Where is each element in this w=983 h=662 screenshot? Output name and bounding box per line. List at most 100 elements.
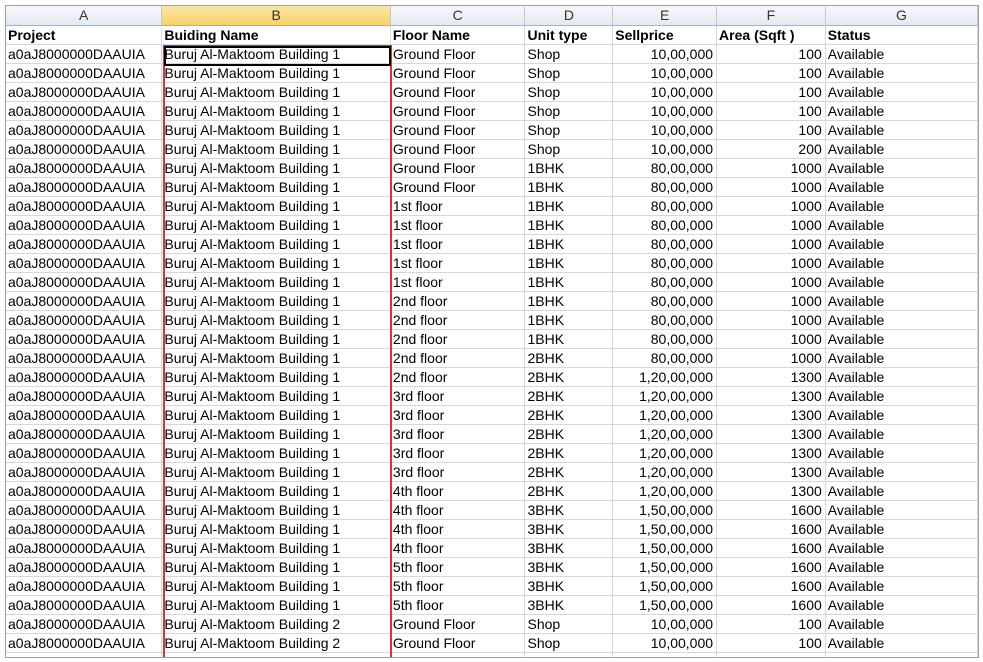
- cell-floor-name[interactable]: Ground Floor: [390, 633, 526, 653]
- cell-unit-type[interactable]: 3BHK: [524, 519, 614, 539]
- cell-status[interactable]: Available: [825, 386, 978, 406]
- cell-area[interactable]: 1300: [716, 443, 826, 463]
- cell-floor-name[interactable]: 2nd floor: [390, 310, 526, 330]
- cell-floor-name[interactable]: 1st floor: [390, 196, 526, 216]
- cell-status[interactable]: Available: [825, 234, 978, 254]
- cell-project[interactable]: a0aJ8000000DAAUIA: [6, 500, 163, 520]
- cell-area[interactable]: 100: [716, 633, 826, 653]
- cell-project[interactable]: a0aJ8000000DAAUIA: [6, 177, 163, 197]
- cell-unit-type[interactable]: 2BHK: [524, 405, 614, 425]
- cell-building-name[interactable]: Buruj Al-Maktoom Building 1: [161, 462, 391, 482]
- cell-building-name[interactable]: Buruj Al-Maktoom Building 1: [161, 215, 391, 235]
- cell-project[interactable]: a0aJ8000000DAAUIA: [6, 272, 163, 292]
- cell-sellprice[interactable]: 10,00,000: [612, 139, 718, 159]
- cell-sellprice[interactable]: 1,20,00,000: [612, 443, 718, 463]
- cell-project[interactable]: a0aJ8000000DAAUIA: [6, 253, 163, 273]
- cell-floor-name[interactable]: Ground Floor: [390, 101, 526, 121]
- cell-status[interactable]: Available: [825, 424, 978, 444]
- cell-sellprice[interactable]: 10,00,000: [612, 652, 718, 657]
- cell-unit-type[interactable]: 2BHK: [524, 462, 614, 482]
- cell-project[interactable]: a0aJ8000000DAAUIA: [6, 633, 163, 653]
- cell-sellprice[interactable]: 10,00,000: [612, 63, 718, 83]
- cell-floor-name[interactable]: Ground Floor: [390, 120, 526, 140]
- cell-area[interactable]: 100: [716, 82, 826, 102]
- cell-unit-type[interactable]: 2BHK: [524, 386, 614, 406]
- cell-sellprice[interactable]: 80,00,000: [612, 272, 718, 292]
- cell-project[interactable]: a0aJ8000000DAAUIA: [6, 63, 163, 83]
- cell-building-name[interactable]: Buruj Al-Maktoom Building 1: [161, 481, 391, 501]
- cell-area[interactable]: 100: [716, 63, 826, 83]
- cell-unit-type[interactable]: 1BHK: [524, 234, 614, 254]
- cell-status[interactable]: Available: [825, 44, 978, 64]
- cell-building-name[interactable]: Buruj Al-Maktoom Building 1: [161, 120, 391, 140]
- cell-area[interactable]: 1000: [716, 177, 826, 197]
- cell-area[interactable]: 1300: [716, 367, 826, 387]
- cell-sellprice[interactable]: 80,00,000: [612, 291, 718, 311]
- column-header-d[interactable]: D: [524, 6, 614, 26]
- cell-floor-name[interactable]: Ground Floor: [390, 44, 526, 64]
- cell-status[interactable]: Available: [825, 291, 978, 311]
- cell-building-name[interactable]: Buruj Al-Maktoom Building 2: [161, 614, 391, 634]
- cell-building-name[interactable]: Buruj Al-Maktoom Building 1: [161, 367, 391, 387]
- cell-area[interactable]: 100: [716, 101, 826, 121]
- cell-area[interactable]: 100: [716, 652, 826, 657]
- cell-floor-name[interactable]: Ground Floor: [390, 614, 526, 634]
- cell-sellprice[interactable]: 10,00,000: [612, 633, 718, 653]
- cell-area[interactable]: 1000: [716, 310, 826, 330]
- cell-unit-type[interactable]: 3BHK: [524, 557, 614, 577]
- cell-unit-type[interactable]: Shop: [524, 101, 614, 121]
- column-header-c[interactable]: C: [390, 6, 526, 26]
- cell-status[interactable]: Available: [825, 177, 978, 197]
- cell-unit-type[interactable]: Shop: [524, 652, 614, 657]
- cell-unit-type[interactable]: 3BHK: [524, 538, 614, 558]
- cell-sellprice[interactable]: 80,00,000: [612, 329, 718, 349]
- cell-sellprice[interactable]: 10,00,000: [612, 614, 718, 634]
- cell-project[interactable]: a0aJ8000000DAAUIA: [6, 196, 163, 216]
- cell-unit-type[interactable]: 1BHK: [524, 291, 614, 311]
- cell-status[interactable]: Available: [825, 481, 978, 501]
- header-cell-building-name[interactable]: Buiding Name: [161, 25, 391, 45]
- cell-status[interactable]: Available: [825, 519, 978, 539]
- cell-unit-type[interactable]: Shop: [524, 120, 614, 140]
- cell-unit-type[interactable]: 3BHK: [524, 500, 614, 520]
- cell-status[interactable]: Available: [825, 310, 978, 330]
- cell-area[interactable]: 1600: [716, 595, 826, 615]
- cell-sellprice[interactable]: 1,50,00,000: [612, 595, 718, 615]
- cell-unit-type[interactable]: 2BHK: [524, 367, 614, 387]
- cell-area[interactable]: 1000: [716, 291, 826, 311]
- cell-building-name[interactable]: Buruj Al-Maktoom Building 2: [161, 633, 391, 653]
- cell-sellprice[interactable]: 1,50,00,000: [612, 538, 718, 558]
- header-cell-project[interactable]: Project: [6, 25, 163, 45]
- cell-sellprice[interactable]: 80,00,000: [612, 253, 718, 273]
- cell-floor-name[interactable]: 3rd floor: [390, 424, 526, 444]
- cell-floor-name[interactable]: 4th floor: [390, 500, 526, 520]
- cell-sellprice[interactable]: 80,00,000: [612, 158, 718, 178]
- cell-project[interactable]: a0aJ8000000DAAUIA: [6, 652, 163, 657]
- cell-building-name[interactable]: Buruj Al-Maktoom Building 1: [161, 253, 391, 273]
- cell-building-name[interactable]: Buruj Al-Maktoom Building 1: [161, 177, 391, 197]
- cell-status[interactable]: Available: [825, 652, 978, 657]
- cell-status[interactable]: Available: [825, 557, 978, 577]
- cell-building-name[interactable]: Buruj Al-Maktoom Building 1: [161, 82, 391, 102]
- cell-building-name[interactable]: Buruj Al-Maktoom Building 1: [161, 538, 391, 558]
- cell-project[interactable]: a0aJ8000000DAAUIA: [6, 215, 163, 235]
- cell-area[interactable]: 1600: [716, 557, 826, 577]
- cell-unit-type[interactable]: Shop: [524, 139, 614, 159]
- cell-floor-name[interactable]: 3rd floor: [390, 405, 526, 425]
- cell-unit-type[interactable]: 2BHK: [524, 424, 614, 444]
- cell-area[interactable]: 1300: [716, 405, 826, 425]
- cell-area[interactable]: 100: [716, 120, 826, 140]
- cell-floor-name[interactable]: 4th floor: [390, 538, 526, 558]
- cell-building-name[interactable]: Buruj Al-Maktoom Building 1: [161, 424, 391, 444]
- cell-floor-name[interactable]: 2nd floor: [390, 291, 526, 311]
- cell-sellprice[interactable]: 1,20,00,000: [612, 367, 718, 387]
- cell-building-name[interactable]: Buruj Al-Maktoom Building 1: [161, 291, 391, 311]
- cell-floor-name[interactable]: 3rd floor: [390, 386, 526, 406]
- cell-unit-type[interactable]: Shop: [524, 44, 614, 64]
- cell-unit-type[interactable]: 1BHK: [524, 272, 614, 292]
- cell-unit-type[interactable]: Shop: [524, 82, 614, 102]
- cell-building-name[interactable]: Buruj Al-Maktoom Building 1: [161, 500, 391, 520]
- cell-project[interactable]: a0aJ8000000DAAUIA: [6, 329, 163, 349]
- cell-project[interactable]: a0aJ8000000DAAUIA: [6, 101, 163, 121]
- cell-building-name[interactable]: Buruj Al-Maktoom Building 1: [161, 234, 391, 254]
